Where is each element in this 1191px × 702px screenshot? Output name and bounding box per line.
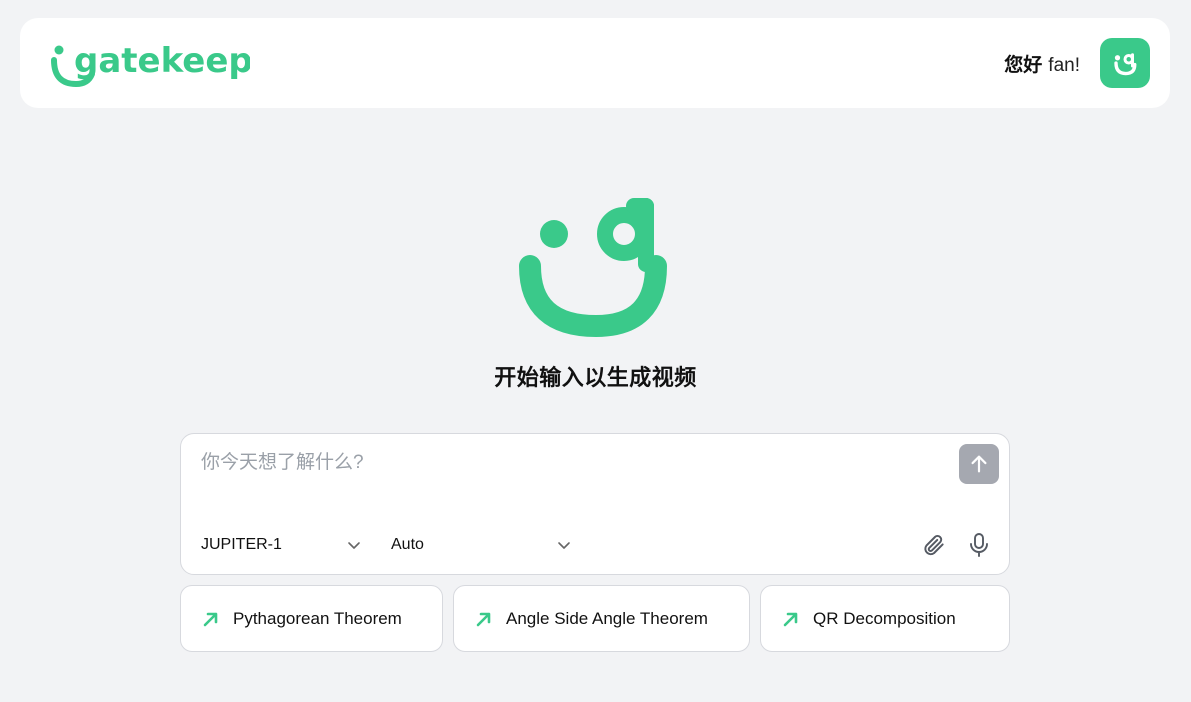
microphone-icon (970, 533, 988, 557)
gatekeep-mark-icon (1114, 53, 1137, 76)
arrow-up-right-icon (783, 612, 798, 626)
brand-wordmark: gatekeep (74, 41, 250, 81)
send-button[interactable] (959, 444, 999, 484)
page-title: 开始输入以生成视频 (494, 365, 697, 390)
brand-logo[interactable]: gatekeep (50, 36, 250, 88)
arrow-up-right-icon (476, 612, 491, 626)
chevron-down-icon (558, 542, 570, 549)
model-select-value: JUPITER-1 (201, 536, 282, 553)
suggestion-label: QR Decomposition (813, 608, 956, 628)
suggestion-label: Angle Side Angle Theorem (506, 608, 708, 628)
chevron-down-icon (348, 542, 360, 549)
user-name: fan! (1048, 55, 1080, 76)
paperclip-icon (924, 535, 944, 556)
user-avatar[interactable] (1100, 38, 1150, 88)
model-select[interactable]: JUPITER-1 (201, 530, 361, 560)
gatekeep-logo-icon: gatekeep (51, 41, 250, 88)
hero-section: 开始输入以生成视频 (0, 198, 1191, 392)
prompt-composer: JUPITER-1 Auto (180, 433, 1010, 575)
suggestion-chip[interactable]: Pythagorean Theorem (180, 585, 443, 652)
greeting-text: 您好 (1004, 55, 1043, 76)
prompt-input[interactable] (201, 452, 941, 474)
suggestion-label: Pythagorean Theorem (233, 608, 402, 628)
gatekeep-large-logo-icon (518, 198, 667, 338)
attach-button[interactable] (919, 530, 949, 560)
suggestion-chip[interactable]: Angle Side Angle Theorem (453, 585, 750, 652)
voice-input-button[interactable] (964, 530, 994, 560)
arrow-up-icon (971, 455, 987, 473)
user-greeting: 您好 fan! (1004, 50, 1080, 77)
suggestion-chip[interactable]: QR Decomposition (760, 585, 1010, 652)
mode-select[interactable]: Auto (391, 530, 571, 560)
arrow-up-right-icon (203, 612, 218, 626)
mode-select-value: Auto (391, 536, 424, 553)
top-bar: gatekeep 您好 fan! (20, 18, 1170, 108)
